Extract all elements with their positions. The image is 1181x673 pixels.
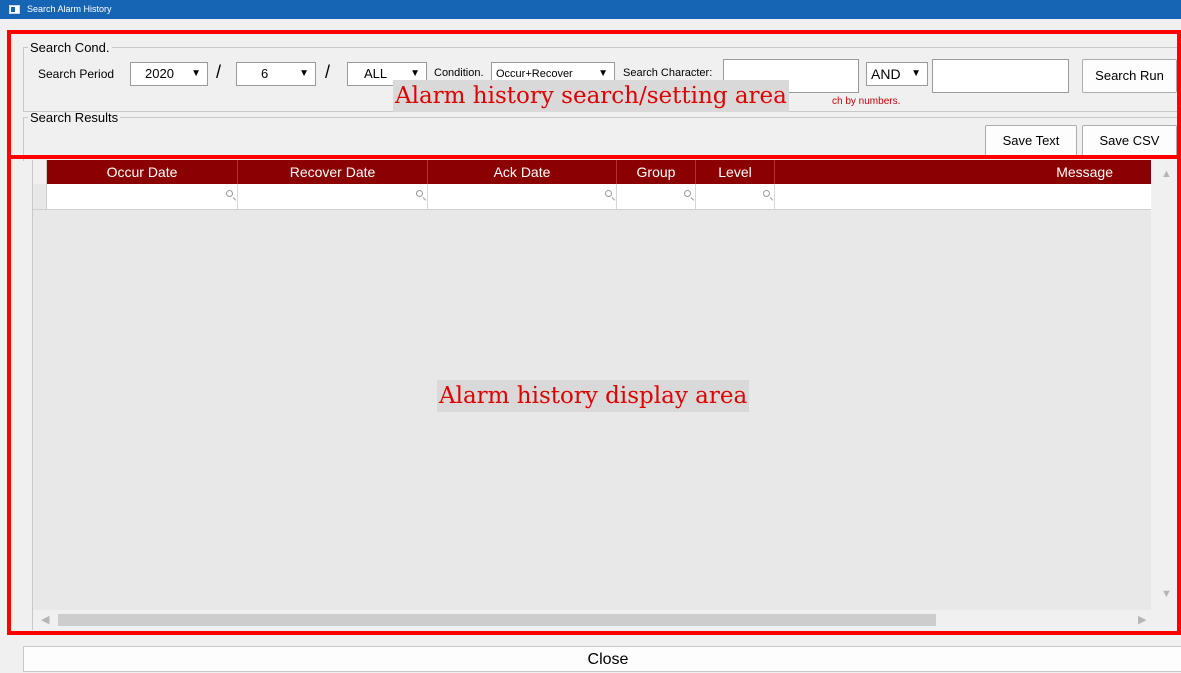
magnifier-icon — [763, 190, 770, 197]
grid-filter-row — [33, 184, 1151, 210]
close-button[interactable]: Close — [23, 646, 1181, 672]
search-area-annotation: Alarm history search/setting area — [393, 80, 789, 112]
column-header-recover-date[interactable]: Recover Date — [238, 160, 428, 184]
search-character-input-2[interactable] — [932, 59, 1069, 93]
save-csv-button[interactable]: Save CSV — [1082, 125, 1177, 157]
search-run-button[interactable]: Search Run — [1082, 59, 1177, 93]
filter-cell-recover-date[interactable] — [238, 184, 428, 209]
day-value: ALL — [364, 66, 388, 81]
filter-cell-level[interactable] — [696, 184, 775, 209]
horizontal-scroll-thumb[interactable] — [58, 614, 936, 626]
column-header-ack-date[interactable]: Ack Date — [428, 160, 617, 184]
magnifier-icon — [416, 190, 423, 197]
arrow-left-icon[interactable]: ◀ — [41, 613, 49, 626]
magnifier-icon — [226, 190, 233, 197]
magnifier-icon — [684, 190, 691, 197]
column-header-level[interactable]: Level — [696, 160, 775, 184]
filter-cell-ack-date[interactable] — [428, 184, 617, 209]
chevron-down-icon: ▼ — [191, 68, 201, 79]
search-hint-text: ch by numbers. — [832, 96, 901, 107]
title-bar: Search Alarm History — [0, 0, 1181, 19]
arrow-down-icon[interactable]: ▼ — [1161, 588, 1172, 600]
date-separator: / — [325, 62, 331, 82]
chevron-down-icon: ▼ — [911, 68, 921, 79]
arrow-right-icon[interactable]: ▶ — [1138, 613, 1146, 626]
condition-label: Condition. — [434, 67, 484, 79]
chevron-down-icon: ▼ — [299, 68, 309, 79]
arrow-up-icon[interactable]: ▲ — [1161, 168, 1172, 180]
date-separator: / — [216, 62, 222, 82]
filter-cell-group[interactable] — [617, 184, 696, 209]
grid-header-row: Occur Date Recover Date Ack Date Group L… — [33, 160, 1151, 184]
logic-operator-value: AND — [871, 66, 901, 82]
month-value: 6 — [261, 66, 269, 81]
vertical-scrollbar[interactable]: ▲ ▼ — [1151, 160, 1181, 610]
search-character-label: Search Character: — [623, 67, 713, 79]
horizontal-scrollbar[interactable]: ◀ ▶ — [33, 610, 1181, 630]
filter-cell-occur-date[interactable] — [47, 184, 238, 209]
year-value: 2020 — [145, 66, 174, 81]
filter-cell-message[interactable] — [775, 184, 1151, 209]
window-title: Search Alarm History — [27, 4, 112, 14]
search-cond-legend: Search Cond. — [30, 40, 110, 55]
save-text-button[interactable]: Save Text — [985, 125, 1077, 157]
month-select[interactable]: 6 ▼ — [236, 62, 316, 86]
filter-corner-cell — [33, 184, 47, 209]
column-header-group[interactable]: Group — [617, 160, 696, 184]
year-select[interactable]: 2020 ▼ — [130, 62, 208, 86]
search-results-legend: Search Results — [30, 110, 119, 125]
magnifier-icon — [605, 190, 612, 197]
column-header-message[interactable]: Message — [775, 160, 1151, 184]
grid-corner-cell — [33, 160, 47, 184]
search-period-label: Search Period — [38, 67, 115, 81]
window-icon — [9, 5, 20, 14]
logic-operator-select[interactable]: AND ▼ — [866, 62, 928, 86]
column-header-occur-date[interactable]: Occur Date — [47, 160, 238, 184]
display-area-annotation: Alarm history display area — [437, 380, 750, 412]
